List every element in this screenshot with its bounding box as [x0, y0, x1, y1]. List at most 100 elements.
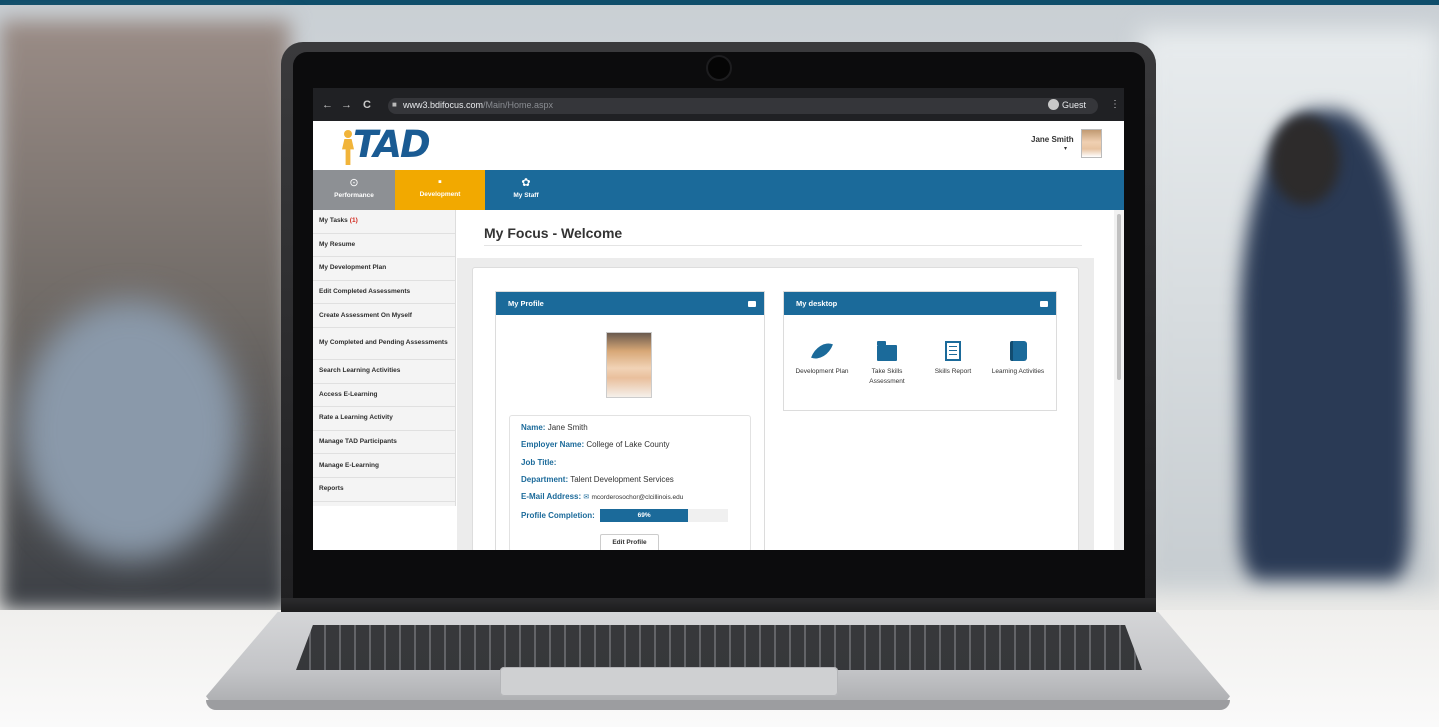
lock-icon: ■ — [392, 100, 397, 109]
sidebar-item-reports[interactable]: Reports — [313, 478, 455, 502]
page-title: My Focus - Welcome — [484, 225, 623, 241]
sidebar-item-development-plan[interactable]: My Development Plan — [313, 257, 455, 281]
reload-icon[interactable]: C — [363, 99, 371, 111]
folder-icon — [877, 341, 897, 361]
laptop-base-edge — [206, 700, 1230, 710]
sidebar-item-rate-activity[interactable]: Rate a Learning Activity — [313, 407, 455, 431]
sidebar-item-label: Search Learning Activities — [319, 367, 401, 375]
field-label: Department: — [521, 475, 569, 484]
briefcase-icon — [748, 300, 756, 307]
main-tabbar: ⊙ Performance ▪ Development ✿ My Staff — [313, 170, 1124, 210]
user-name[interactable]: Jane Smith — [1031, 135, 1074, 144]
keyboard — [296, 625, 1142, 670]
desktop-item-skills-assessment[interactable]: Take Skills Assessment — [859, 341, 915, 387]
webcam — [706, 55, 732, 81]
progress-fill: 69% — [600, 509, 689, 522]
field-value: Talent Development Services — [570, 475, 674, 484]
avatar[interactable] — [1081, 129, 1102, 158]
briefcase-icon — [1040, 300, 1048, 307]
performance-icon: ⊙ — [349, 177, 359, 189]
field-label: Job Title: — [521, 458, 557, 467]
sidebar-item-search-learning[interactable]: Search Learning Activities — [313, 360, 455, 384]
sidebar-item-create-assessment[interactable]: Create Assessment On Myself — [313, 304, 455, 328]
top-stripe — [0, 0, 1439, 5]
desktop-item-label: Development Plan — [795, 368, 849, 375]
book-icon — [1009, 341, 1027, 361]
sidebar-item-edit-assessments[interactable]: Edit Completed Assessments — [313, 281, 455, 305]
sidebar-item-label: Reports — [319, 485, 344, 493]
tab-label: Development — [419, 191, 461, 198]
email-link[interactable]: mcorderosochor@clcillinois.edu — [592, 494, 684, 501]
profile-job-title-row: Job Title: — [521, 458, 556, 467]
briefcase-icon: ▪ — [438, 176, 442, 188]
desktop-panel-header: My desktop — [784, 292, 1056, 315]
panel-title: My desktop — [796, 299, 838, 308]
touchpad — [500, 667, 838, 696]
sidebar-item-my-tasks[interactable]: My Tasks (1) — [313, 210, 455, 234]
sidebar-item-manage-participants[interactable]: Manage TAD Participants — [313, 431, 455, 455]
field-label: Employer Name: — [521, 440, 585, 449]
profile-department-row: Department: Talent Development Services — [521, 475, 674, 484]
forward-icon[interactable]: → — [341, 99, 352, 111]
panel-title: My Profile — [508, 299, 544, 308]
profile-employer-row: Employer Name: College of Lake County — [521, 440, 670, 449]
url-text[interactable]: www3.bdifocus.com/Main/Home.aspx — [403, 100, 553, 110]
background-person-head — [1270, 115, 1340, 205]
field-label: Name: — [521, 423, 546, 432]
mail-icon: ✉ — [583, 494, 590, 501]
sidebar-item-label: My Tasks — [319, 217, 348, 225]
profile-label: Guest — [1062, 100, 1087, 110]
report-icon — [945, 341, 961, 361]
sidebar-item-access-elearning[interactable]: Access E-Learning — [313, 384, 455, 408]
page-scrollbar[interactable] — [1114, 210, 1124, 550]
tab-my-staff[interactable]: ✿ My Staff — [485, 170, 567, 210]
browser-toolbar: ← → C ■ www3.bdifocus.com/Main/Home.aspx… — [313, 88, 1124, 121]
back-icon[interactable]: ← — [322, 99, 333, 111]
desktop-item-development-plan[interactable]: Development Plan — [794, 338, 850, 377]
profile-completion-row: Profile Completion: — [521, 511, 595, 520]
sidebar-item-label: My Completed and Pending Assessments — [319, 339, 448, 347]
edit-profile-button[interactable]: Edit Profile — [600, 534, 659, 550]
field-label: Profile Completion: — [521, 511, 595, 520]
sidebar-item-label: Manage E-Learning — [319, 461, 379, 469]
sidebar-item-manage-elearning[interactable]: Manage E-Learning — [313, 454, 455, 478]
sidebar-item-my-resume[interactable]: My Resume — [313, 234, 455, 258]
sidebar-item-label: Edit Completed Assessments — [319, 288, 411, 296]
app-header: TAD Jane Smith ▾ — [313, 121, 1124, 170]
background-people — [20, 300, 240, 560]
tab-label: Performance — [334, 192, 374, 199]
url-host: www3.bdifocus.com — [403, 100, 484, 110]
chevron-down-icon[interactable]: ▾ — [1064, 145, 1067, 152]
desktop-item-learning-activities[interactable]: Learning Activities — [990, 341, 1046, 377]
field-value: College of Lake County — [586, 440, 670, 449]
gear-icon: ✿ — [521, 177, 531, 189]
desktop-item-label: Skills Report — [934, 368, 972, 375]
url-path: /Main/Home.aspx — [483, 100, 554, 110]
sidebar-nav: My Tasks (1) My Resume My Development Pla… — [313, 210, 456, 506]
desktop-item-label: Take Skills Assessment — [869, 368, 905, 385]
sidebar-item-completed-pending[interactable]: My Completed and Pending Assessments — [313, 328, 455, 360]
profile-photo — [606, 332, 652, 398]
divider — [484, 245, 1082, 246]
sidebar-item-label: My Development Plan — [319, 264, 387, 272]
scrollbar-thumb[interactable] — [1117, 214, 1121, 380]
browser-menu-icon[interactable]: ⋮ — [1110, 99, 1120, 110]
profile-button[interactable]: Guest — [1048, 99, 1086, 110]
task-count-badge: (1) — [349, 217, 358, 225]
sidebar-item-label: Rate a Learning Activity — [319, 414, 393, 422]
sidebar-item-label: My Resume — [319, 240, 356, 248]
profile-completion-bar: 69% — [600, 509, 728, 522]
tab-performance[interactable]: ⊙ Performance — [313, 170, 395, 210]
profile-email-row: E-Mail Address: ✉ mcorderosochor@clcilli… — [521, 492, 683, 501]
tab-label: My Staff — [513, 192, 539, 199]
tab-development[interactable]: ▪ Development — [395, 170, 485, 210]
desktop-item-skills-report[interactable]: Skills Report — [925, 341, 981, 377]
account-icon — [1048, 99, 1059, 110]
sidebar-item-label: Access E-Learning — [319, 390, 378, 398]
sidebar-item-label: Manage TAD Participants — [319, 438, 397, 446]
profile-name-row: Name: Jane Smith — [521, 423, 588, 432]
profile-panel-header: My Profile — [496, 292, 764, 315]
field-value: Jane Smith — [547, 423, 588, 432]
desktop-item-label: Learning Activities — [991, 368, 1045, 375]
field-label: E-Mail Address: — [521, 492, 582, 501]
